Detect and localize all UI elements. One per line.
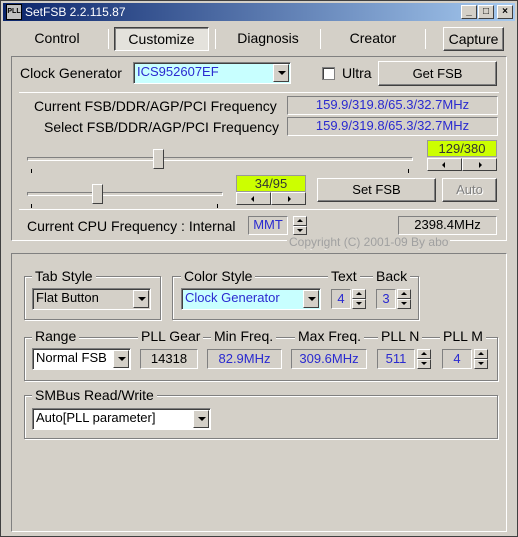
divider bbox=[19, 209, 499, 210]
cpu-frequency-value: 2398.4MHz bbox=[398, 216, 497, 235]
tab-customize[interactable]: Customize bbox=[114, 27, 209, 51]
tab-style-value: Flat Button bbox=[36, 290, 99, 305]
app-icon: PLL bbox=[6, 4, 22, 20]
fsb-decrease-button[interactable] bbox=[427, 158, 462, 171]
tab-diagnosis[interactable]: Diagnosis bbox=[221, 27, 315, 51]
pll-m-value[interactable]: 4 bbox=[442, 349, 472, 369]
minimize-button[interactable]: _ bbox=[461, 5, 477, 19]
fsb-slider-thumb[interactable] bbox=[153, 149, 164, 169]
max-freq-value: 309.6MHz bbox=[291, 349, 367, 369]
fsb-slider-track[interactable] bbox=[27, 157, 413, 161]
pll-n-label: PLL N bbox=[378, 328, 423, 344]
color-style-label: Color Style bbox=[181, 268, 256, 284]
smbus-label: SMBus Read/Write bbox=[32, 387, 157, 403]
capture-button[interactable]: Capture bbox=[443, 27, 504, 51]
chevron-down-icon[interactable] bbox=[273, 64, 289, 82]
title-bar[interactable]: PLL SetFSB 2.2.115.87 _ □ × bbox=[3, 3, 515, 21]
back-color-label: Back bbox=[373, 268, 411, 284]
setfsb-window: PLL SetFSB 2.2.115.87 _ □ × Control Cust… bbox=[0, 0, 518, 537]
range-select[interactable]: Normal FSB bbox=[32, 348, 131, 370]
tab-style-select[interactable]: Flat Button bbox=[32, 288, 151, 310]
chevron-down-icon[interactable] bbox=[133, 290, 149, 308]
pll-m-label: PLL M bbox=[440, 328, 486, 344]
back-color-spinner[interactable] bbox=[397, 289, 411, 309]
text-color-label: Text bbox=[328, 268, 360, 284]
ultra-checkbox[interactable] bbox=[322, 67, 335, 80]
min-freq-value: 82.9MHz bbox=[207, 349, 282, 369]
ultra-label: Ultra bbox=[342, 65, 372, 81]
color-style-select[interactable]: Clock Generator bbox=[181, 288, 321, 310]
current-frequency-value: 159.9/319.8/65.3/32.7MHz bbox=[287, 96, 498, 115]
ratio-slider-track[interactable] bbox=[27, 192, 223, 196]
slider-tick bbox=[217, 204, 218, 208]
max-freq-label: Max Freq. bbox=[295, 328, 365, 344]
color-style-value: Clock Generator bbox=[185, 290, 280, 305]
current-frequency-label: Current FSB/DDR/AGP/PCI Frequency bbox=[34, 98, 277, 114]
tab-separator bbox=[215, 29, 216, 49]
chevron-down-icon[interactable] bbox=[193, 410, 209, 428]
divider bbox=[19, 92, 499, 93]
cpu-source-value: MMT bbox=[248, 216, 288, 235]
close-button[interactable]: × bbox=[497, 5, 513, 19]
tab-separator bbox=[425, 29, 426, 49]
select-frequency-label: Select FSB/DDR/AGP/PCI Frequency bbox=[44, 119, 279, 135]
slider-tick bbox=[31, 204, 32, 208]
cpu-frequency-label: Current CPU Frequency : Internal bbox=[27, 218, 236, 234]
copyright-text: Copyright (C) 2001-09 By abo bbox=[287, 235, 451, 249]
slider-tick bbox=[31, 169, 32, 173]
pll-m-spinner[interactable] bbox=[474, 349, 488, 369]
tab-separator bbox=[320, 29, 321, 49]
range-value: Normal FSB bbox=[36, 350, 107, 365]
clock-generator-select[interactable]: ICS952607EF bbox=[133, 62, 291, 84]
clock-generator-value: ICS952607EF bbox=[137, 64, 219, 79]
ratio-slider-thumb[interactable] bbox=[92, 184, 103, 204]
ratio-slider-readout: 34/95 bbox=[236, 175, 306, 192]
tab-creator[interactable]: Creator bbox=[326, 27, 420, 51]
back-color-value[interactable]: 3 bbox=[376, 289, 396, 309]
fsb-increase-button[interactable] bbox=[462, 158, 497, 171]
text-color-value[interactable]: 4 bbox=[331, 289, 351, 309]
min-freq-label: Min Freq. bbox=[211, 328, 277, 344]
pll-n-spinner[interactable] bbox=[417, 349, 431, 369]
cpu-source-spinner[interactable] bbox=[293, 216, 307, 235]
clock-generator-label: Clock Generator bbox=[20, 65, 122, 81]
smbus-value: Auto[PLL parameter] bbox=[36, 410, 156, 425]
text-color-spinner[interactable] bbox=[352, 289, 366, 309]
tab-control[interactable]: Control bbox=[11, 27, 103, 51]
auto-button[interactable]: Auto bbox=[442, 178, 497, 202]
tab-style-label: Tab Style bbox=[32, 268, 96, 284]
ratio-decrease-button[interactable] bbox=[236, 192, 271, 205]
select-frequency-value: 159.9/319.8/65.3/32.7MHz bbox=[287, 117, 498, 136]
pll-gear-value: 14318 bbox=[140, 349, 198, 369]
pll-n-value[interactable]: 511 bbox=[377, 349, 415, 369]
window-title: SetFSB 2.2.115.87 bbox=[25, 5, 126, 19]
maximize-button[interactable]: □ bbox=[478, 5, 494, 19]
range-label: Range bbox=[32, 328, 80, 344]
ratio-increase-button[interactable] bbox=[271, 192, 306, 205]
set-fsb-button[interactable]: Set FSB bbox=[317, 178, 436, 202]
smbus-select[interactable]: Auto[PLL parameter] bbox=[32, 408, 211, 430]
chevron-down-icon[interactable] bbox=[113, 350, 129, 368]
pll-gear-label: PLL Gear bbox=[138, 328, 204, 344]
tab-separator bbox=[108, 29, 109, 49]
fsb-slider-readout: 129/380 bbox=[427, 140, 497, 157]
get-fsb-button[interactable]: Get FSB bbox=[378, 61, 497, 86]
chevron-down-icon[interactable] bbox=[303, 290, 319, 308]
slider-tick bbox=[408, 169, 409, 173]
